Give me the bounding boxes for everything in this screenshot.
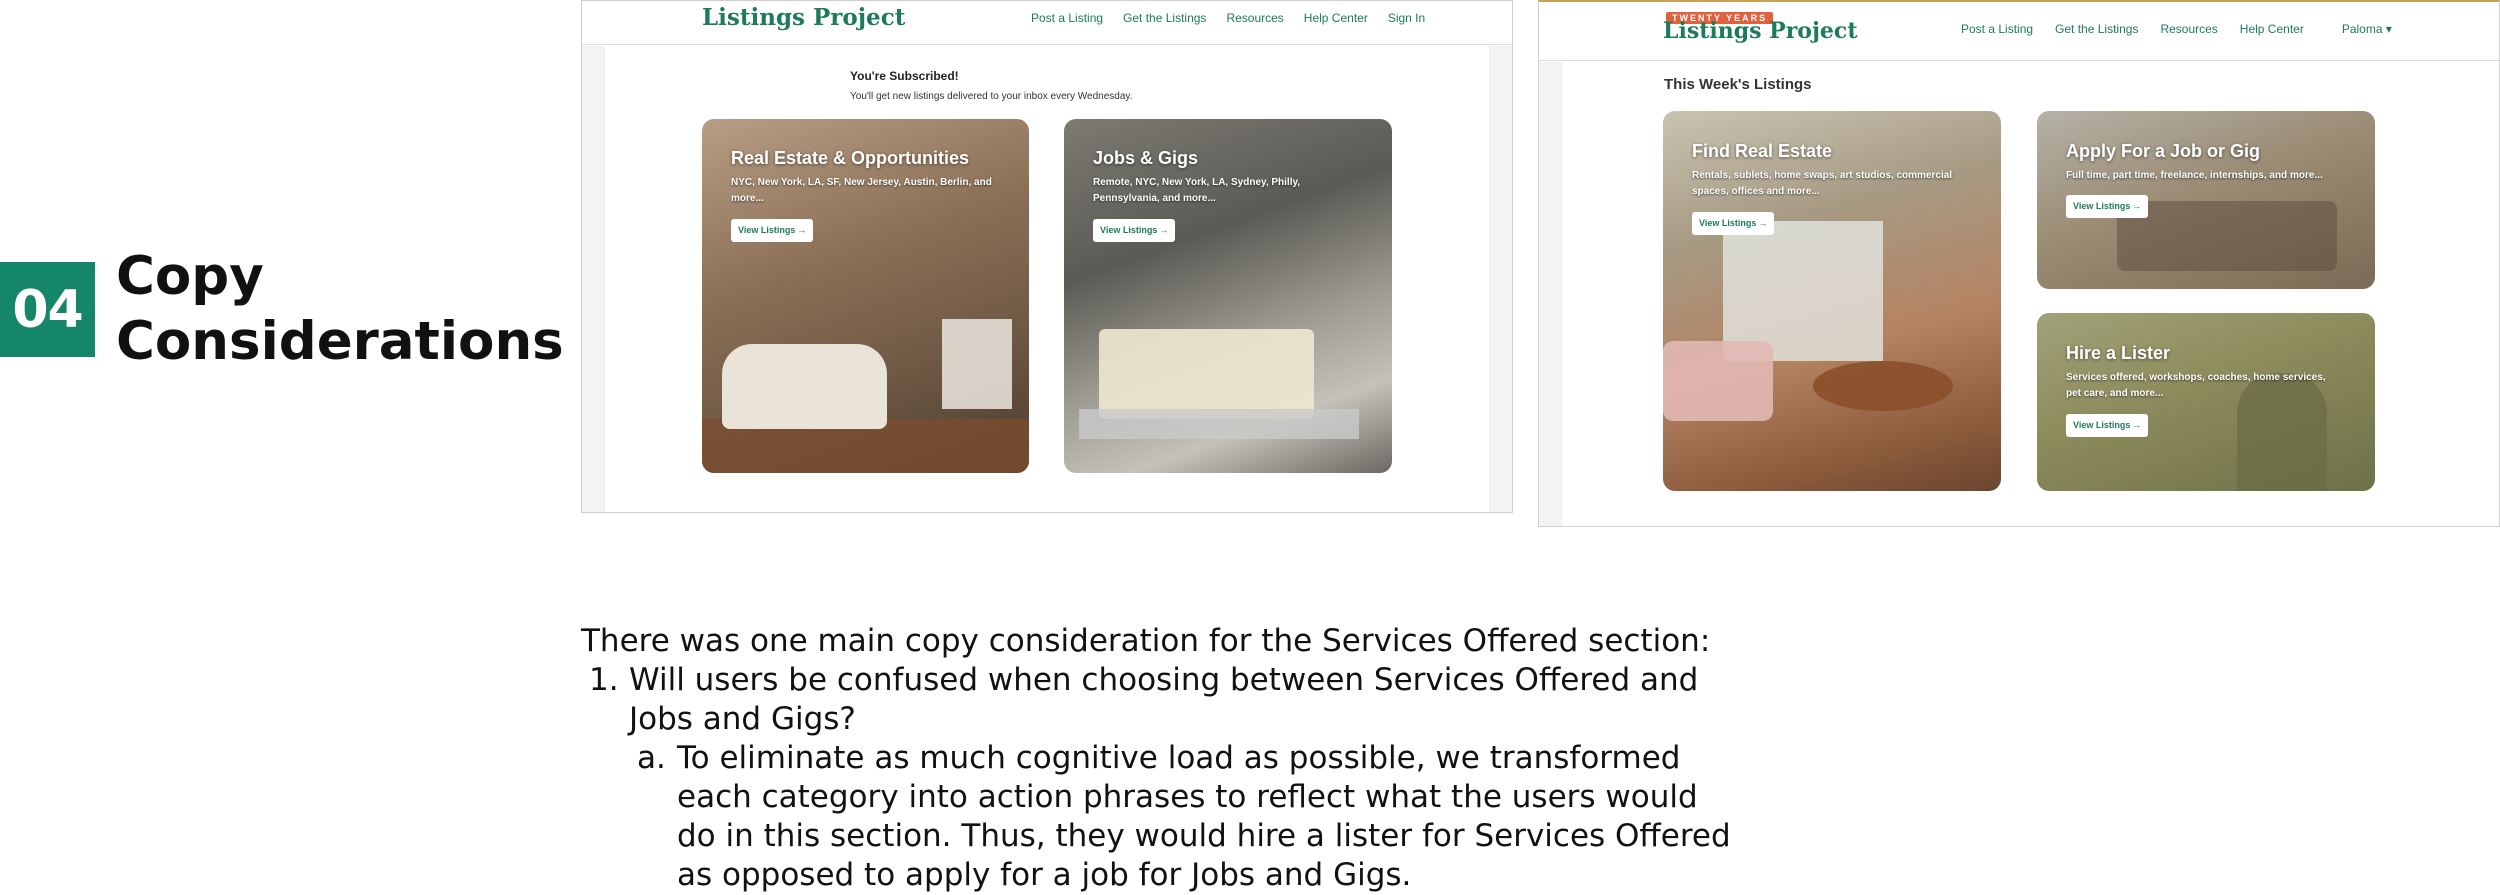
arrow-right-icon: → bbox=[797, 225, 807, 235]
subscribed-title: You're Subscribed! bbox=[850, 69, 959, 83]
list-item-text: Will users be confused when choosing bet… bbox=[629, 662, 1699, 737]
arrow-right-icon: → bbox=[2132, 201, 2142, 211]
photo-candles bbox=[1099, 329, 1314, 419]
card-title: Apply For a Job or Gig bbox=[2066, 141, 2261, 161]
view-listings-button[interactable]: View Listings → bbox=[1692, 212, 1775, 235]
navbar: TWENTY YEARS Listings Project Post a Lis… bbox=[1539, 2, 2499, 61]
card-apply-job[interactable]: Apply For a Job or Gig Full time, part t… bbox=[2037, 111, 2375, 289]
section-number: 04 bbox=[0, 262, 95, 357]
view-listings-button[interactable]: View Listings → bbox=[2066, 414, 2149, 437]
nav-help-center[interactable]: Help Center bbox=[2240, 22, 2304, 36]
view-listings-button[interactable]: View Listings → bbox=[1093, 219, 1176, 242]
section-title: Copy Considerations bbox=[116, 246, 564, 372]
gutter-right bbox=[1490, 46, 1512, 512]
chevron-down-icon: ▾ bbox=[2385, 22, 2392, 36]
user-menu[interactable]: Paloma ▾ bbox=[2342, 22, 2392, 36]
card-desc: Remote, NYC, New York, LA, Sydney, Phill… bbox=[1093, 177, 1301, 204]
card-desc: Rentals, sublets, home swaps, art studio… bbox=[1692, 170, 1953, 197]
logo[interactable]: Listings Project bbox=[702, 4, 905, 31]
card-desc: Services offered, workshops, coaches, ho… bbox=[2066, 372, 2326, 399]
nav-get-listings[interactable]: Get the Listings bbox=[1123, 11, 1206, 25]
card-title: Jobs & Gigs bbox=[1093, 148, 1199, 168]
view-listings-button[interactable]: View Listings → bbox=[731, 219, 814, 242]
list-item-text: To eliminate as much cognitive load as p… bbox=[677, 740, 1731, 893]
nav-get-listings[interactable]: Get the Listings bbox=[2055, 22, 2138, 36]
card-title: Real Estate & Opportunities bbox=[731, 148, 970, 168]
card-title: Find Real Estate bbox=[1692, 141, 1833, 161]
body-copy: There was one main copy consideration fo… bbox=[581, 622, 1731, 895]
card-jobs-gigs[interactable]: Jobs & Gigs Remote, NYC, New York, LA, S… bbox=[1064, 119, 1392, 473]
nav-links: Post a Listing Get the Listings Resource… bbox=[1961, 22, 2392, 36]
section-title: This Week's Listings bbox=[1664, 76, 1812, 93]
nav-resources[interactable]: Resources bbox=[1226, 11, 1283, 25]
arrow-right-icon: → bbox=[2132, 420, 2142, 430]
photo-window bbox=[1723, 221, 1883, 361]
nav-help-center[interactable]: Help Center bbox=[1304, 11, 1368, 25]
arrow-right-icon: → bbox=[1159, 225, 1169, 235]
card-title: Hire a Lister bbox=[2066, 343, 2171, 363]
view-listings-button[interactable]: View Listings → bbox=[2066, 195, 2149, 218]
photo-sofa bbox=[722, 344, 887, 429]
photo-couch bbox=[1663, 341, 1773, 421]
photo-shelf bbox=[942, 319, 1012, 409]
logo[interactable]: Listings Project bbox=[1663, 18, 1857, 44]
subscribed-text: You'll get new listings delivered to you… bbox=[850, 91, 1133, 102]
screenshot-this-week: TWENTY YEARS Listings Project Post a Lis… bbox=[1538, 0, 2500, 527]
card-hire-lister[interactable]: Hire a Lister Services offered, workshop… bbox=[2037, 313, 2375, 491]
nav-sign-in[interactable]: Sign In bbox=[1388, 11, 1425, 25]
photo-table bbox=[1813, 361, 1953, 411]
nav-resources[interactable]: Resources bbox=[2160, 22, 2217, 36]
intro-text: There was one main copy consideration fo… bbox=[581, 623, 1711, 659]
card-desc: NYC, New York, LA, SF, New Jersey, Austi… bbox=[731, 177, 992, 204]
gutter-left bbox=[1539, 62, 1561, 526]
nav-links: Post a Listing Get the Listings Resource… bbox=[1031, 11, 1445, 25]
card-real-estate[interactable]: Real Estate & Opportunities NYC, New Yor… bbox=[702, 119, 1029, 473]
list-marker: a. bbox=[637, 740, 666, 776]
card-find-real-estate[interactable]: Find Real Estate Rentals, sublets, home … bbox=[1663, 111, 2001, 491]
photo-tray bbox=[1079, 409, 1359, 439]
navbar: Listings Project Post a Listing Get the … bbox=[582, 1, 1512, 45]
list-item: a. To eliminate as much cognitive load a… bbox=[581, 739, 1731, 895]
nav-post-listing[interactable]: Post a Listing bbox=[1031, 11, 1103, 25]
list-item: 1. Will users be confused when choosing … bbox=[581, 661, 1731, 739]
arrow-right-icon: → bbox=[1758, 218, 1768, 228]
photo-people bbox=[2117, 201, 2337, 271]
list-marker: 1. bbox=[589, 662, 619, 698]
nav-post-listing[interactable]: Post a Listing bbox=[1961, 22, 2033, 36]
screenshot-subscribed: Listings Project Post a Listing Get the … bbox=[581, 0, 1513, 513]
card-desc: Full time, part time, freelance, interns… bbox=[2066, 170, 2323, 181]
gutter-left bbox=[582, 46, 604, 512]
